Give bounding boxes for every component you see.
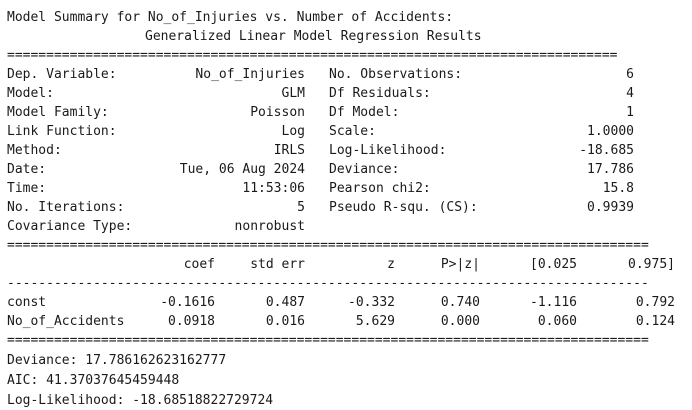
coef-row-name: const bbox=[7, 295, 47, 310]
summary-label: Df Residuals: bbox=[329, 86, 431, 101]
summary-value: Poisson bbox=[250, 105, 305, 120]
footer-line: Log-Likelihood: -18.68518822729724 bbox=[7, 393, 274, 408]
summary-label: Model: bbox=[7, 86, 54, 101]
coef-cell: 0.124 bbox=[635, 314, 675, 329]
table-row: const -0.1616 0.487 -0.332 0.740 -1.116 0.792 bbox=[0, 293, 692, 312]
summary-value: No_of_Injuries bbox=[195, 67, 305, 82]
coef-row-name: No_of_Accidents bbox=[7, 314, 125, 329]
summary-label: Time: bbox=[7, 181, 47, 196]
summary-label: No. Iterations: bbox=[7, 200, 125, 215]
summary-label: Df Model: bbox=[329, 105, 400, 120]
coef-column-header: 0.975] bbox=[628, 257, 675, 272]
summary-label: Covariance Type: bbox=[7, 219, 133, 234]
coef-cell: 0.0918 bbox=[168, 314, 215, 329]
coef-cell: 0.792 bbox=[635, 295, 675, 310]
summary-label: Link Function: bbox=[7, 124, 117, 139]
coef-cell: -0.1616 bbox=[160, 295, 215, 310]
coef-column-header: [0.025 bbox=[530, 257, 577, 272]
summary-value: 15.8 bbox=[602, 181, 634, 196]
table-row: No_of_Accidents 0.0918 0.016 5.629 0.000 0.06… bbox=[0, 312, 692, 331]
footer-line: Deviance: 17.786162623162777 bbox=[7, 353, 227, 368]
summary-label: Dep. Variable: bbox=[7, 67, 117, 82]
summary-value: 11:53:06 bbox=[242, 181, 305, 196]
coef-column-header: P>|z| bbox=[440, 257, 480, 272]
summary-value: nonrobust bbox=[234, 219, 305, 234]
coef-cell: 0.000 bbox=[440, 314, 480, 329]
coef-cell: -1.116 bbox=[530, 295, 577, 310]
coef-cell: 0.740 bbox=[440, 295, 480, 310]
summary-value: 1.0000 bbox=[587, 124, 634, 139]
header-rule: ----------------------------------------… bbox=[7, 276, 649, 291]
summary-value: IRLS bbox=[273, 143, 305, 158]
coef-cell: 0.060 bbox=[537, 314, 577, 329]
summary-value: 6 bbox=[626, 67, 634, 82]
coef-cell: 0.016 bbox=[265, 314, 305, 329]
summary-value: 0.9939 bbox=[587, 200, 634, 215]
bottom-rule: ========================================… bbox=[7, 333, 649, 348]
footer-line: AIC: 41.37037645459448 bbox=[7, 373, 180, 388]
coef-column-header: coef bbox=[183, 257, 215, 272]
summary-value: 1 bbox=[626, 105, 634, 120]
summary-value: 17.786 bbox=[587, 162, 634, 177]
summary-value: Tue, 06 Aug 2024 bbox=[179, 162, 305, 177]
summary-label: Model Family: bbox=[7, 105, 109, 120]
summary-label: Method: bbox=[7, 143, 62, 158]
summary-label: Pearson chi2: bbox=[329, 181, 431, 196]
summary-value: GLM bbox=[281, 86, 305, 101]
summary-label: No. Observations: bbox=[329, 67, 463, 82]
coef-cell: 0.487 bbox=[265, 295, 305, 310]
header-line: Model Summary for No_of_Injuries vs. Num… bbox=[7, 10, 454, 25]
summary-label: Date: bbox=[7, 162, 47, 177]
mid-rule: ========================================… bbox=[7, 238, 649, 253]
summary-label: Log-Likelihood: bbox=[329, 143, 447, 158]
summary-value: 5 bbox=[297, 200, 305, 215]
results-title: Generalized Linear Model Regression Resu… bbox=[145, 29, 482, 44]
summary-value: Log bbox=[281, 124, 305, 139]
summary-label: Deviance: bbox=[329, 162, 400, 177]
coef-column-header: std err bbox=[250, 257, 305, 272]
summary-value: 4 bbox=[626, 86, 634, 101]
summary-label: Pseudo R-squ. (CS): bbox=[329, 200, 478, 215]
summary-label: Scale: bbox=[329, 124, 376, 139]
top-rule: ========================================… bbox=[7, 48, 618, 63]
summary-value: -18.685 bbox=[579, 143, 634, 158]
